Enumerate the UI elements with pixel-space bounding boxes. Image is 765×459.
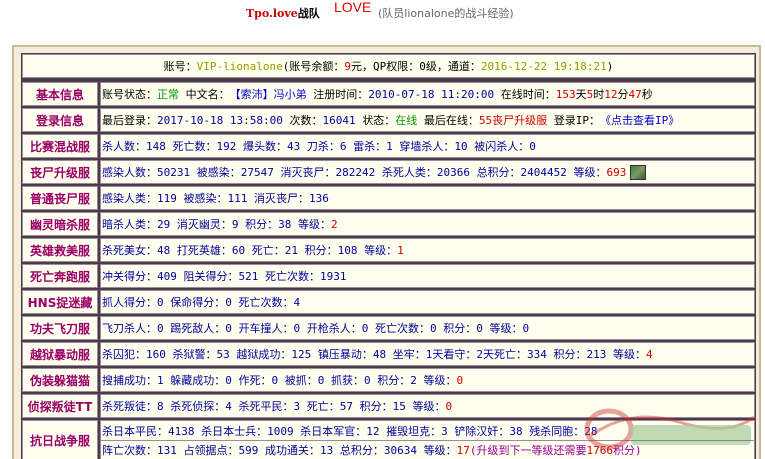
row-kungfu: 功夫飞刀服 飞刀杀人：0 踢死敌人：0 开车撞人：0 开枪杀人：0 死亡次数：0…: [22, 316, 755, 340]
page-header: Tpo.love战队 LOVE (队员lionalone的战斗经验): [0, 0, 765, 30]
row-content: 搜捕成功：1 躲藏成功：0 作死：0 被抓：0 抓获：0 积分：2 等级： 0: [100, 368, 755, 392]
row-label: 侦探叛徒TT: [22, 394, 98, 418]
row-label: 越狱暴动服: [22, 342, 98, 366]
row-content: 飞刀杀人：0 踢死敌人：0 开车撞人：0 开枪杀人：0 死亡次数：0 积分：0 …: [100, 316, 755, 340]
row-hero: 英雄救美服 杀死美女：48 打死英雄：60 死亡：21 积分：108 等级： 1: [22, 238, 755, 262]
row-label: 基本信息: [22, 82, 98, 106]
row-label: 功夫飞刀服: [22, 316, 98, 340]
row-death-run: 死亡奔跑服 冲关得分：409 阻关得分：521 死亡次数：1931: [22, 264, 755, 288]
row-label: 登录信息: [22, 108, 98, 132]
site-watermark-logo: [584, 408, 755, 450]
page-subtitle: (队员lionalone的战斗经验): [378, 7, 514, 20]
row-content: 账号状态： 正常 中文名： 【索沛】冯小弟 注册时间： 2010-07-18 11:2…: [100, 82, 755, 106]
row-label: 幽灵暗杀服: [22, 212, 98, 236]
row-zombie: 普通丧尸服 感染人类：119 被感染：111 消灭丧尸：136: [22, 186, 755, 210]
level-avatar-icon: [630, 164, 647, 180]
row-hns: HNS捉迷藏 抓人得分：0 保命得分：0 死亡次数：4: [22, 290, 755, 314]
team-title: Tpo.love战队: [246, 7, 320, 20]
row-basic: 基本信息 账号状态： 正常 中文名： 【索沛】冯小弟 注册时间： 2010-07-18…: [22, 82, 755, 106]
row-label: 伪装躲猫猫: [22, 368, 98, 392]
row-content: 杀人数：148 死亡数：192 爆头数：43 刀杀：6 雷杀：1 穿墙杀人：10…: [100, 134, 755, 158]
row-label: HNS捉迷藏: [22, 290, 98, 314]
row-content: 暗杀人类：29 消灭幽灵：9 积分：38 等级： 2: [100, 212, 755, 236]
love-logo: LOVE: [334, 0, 372, 15]
row-label: 普通丧尸服: [22, 186, 98, 210]
row-zombie-up: 丧尸升级服 感染人数：50231 被感染：27547 消灭丧尸：282242 杀…: [22, 160, 755, 184]
row-content: 杀死美女：48 打死英雄：60 死亡：21 积分：108 等级： 1: [100, 238, 755, 262]
row-ghost: 幽灵暗杀服 暗杀人类：29 消灭幽灵：9 积分：38 等级： 2: [22, 212, 755, 236]
row-label: 死亡奔跑服: [22, 264, 98, 288]
row-login: 登录信息 最后登录： 2017-10-18 13:58:00 次数： 16041 状…: [22, 108, 755, 132]
row-content: 感染人数：50231 被感染：27547 消灭丧尸：282242 杀死人类：20…: [100, 160, 755, 184]
account-balance: 9: [344, 59, 351, 73]
row-jailbreak: 越狱暴动服 杀囚犯：160 杀狱警：53 越狱成功：125 镇压暴动：48 坐牢…: [22, 342, 755, 366]
row-label: 抗日战争服: [22, 420, 98, 459]
row-label: 英雄救美服: [22, 238, 98, 262]
row-label: 丧尸升级服: [22, 160, 98, 184]
row-content: 抓人得分：0 保命得分：0 死亡次数：4: [100, 290, 755, 314]
account-bar: 账号： VIP-lionalone (账号余额： 9 元，QP权限：0级，通道： 2016…: [22, 54, 755, 78]
account-timestamp: 2016-12-22 19:18:21: [480, 59, 607, 73]
row-content: 冲关得分：409 阻关得分：521 死亡次数：1931: [100, 264, 755, 288]
row-content: 杀囚犯：160 杀狱警：53 越狱成功：125 镇压暴动：48 坐牢： 1天 看守…: [100, 342, 755, 366]
view-ip-link[interactable]: 《点击查看IP》: [600, 112, 679, 128]
account-id: VIP-lionalone: [196, 59, 283, 73]
row-disguise: 伪装躲猫猫 搜捕成功：1 躲藏成功：0 作死：0 被抓：0 抓获：0 积分：2 …: [22, 368, 755, 392]
row-content: 感染人类：119 被感染：111 消灭丧尸：136: [100, 186, 755, 210]
row-label: 比赛混战服: [22, 134, 98, 158]
row-content: 最后登录： 2017-10-18 13:58:00 次数： 16041 状态： 在线 …: [100, 108, 755, 132]
row-match: 比赛混战服 杀人数：148 死亡数：192 爆头数：43 刀杀：6 雷杀：1 穿…: [22, 134, 755, 158]
